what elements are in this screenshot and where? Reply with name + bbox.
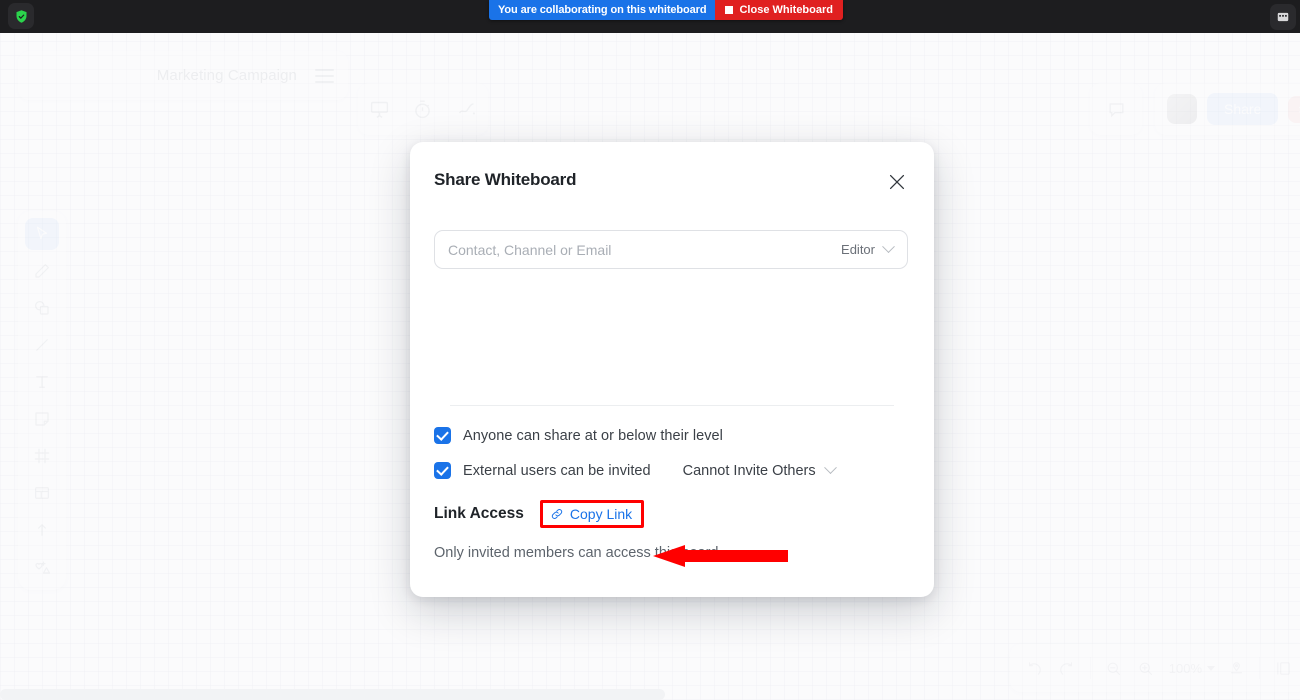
link-access-row: Link Access Copy Link xyxy=(434,500,645,528)
share-whiteboard-dialog: Share Whiteboard Editor Anyone can share… xyxy=(410,142,934,597)
invite-permission-dropdown[interactable]: Cannot Invite Others xyxy=(682,461,837,479)
link-access-label: Link Access xyxy=(434,505,524,522)
role-dropdown[interactable]: Editor xyxy=(835,240,907,257)
checkbox-checked-icon[interactable] xyxy=(434,427,451,444)
option-anyone-can-share[interactable]: Anyone can share at or below their level xyxy=(434,427,723,444)
chevron-down-icon xyxy=(882,240,895,254)
shield-check-icon[interactable] xyxy=(8,3,34,29)
option-external-users[interactable]: External users can be invited Cannot Inv… xyxy=(434,461,837,479)
copy-link-button[interactable]: Copy Link xyxy=(539,500,645,528)
invite-permission-value: Cannot Invite Others xyxy=(682,462,816,479)
divider xyxy=(450,405,894,406)
close-whiteboard-button[interactable]: Close Whiteboard xyxy=(715,0,843,20)
recipient-row[interactable]: Editor xyxy=(434,230,908,269)
close-whiteboard-label: Close Whiteboard xyxy=(739,4,833,16)
close-icon[interactable] xyxy=(883,168,911,196)
checkbox-checked-icon[interactable] xyxy=(434,462,451,479)
stop-square-icon xyxy=(725,6,734,14)
collaboration-message: You are collaborating on this whiteboard xyxy=(489,0,716,20)
red-pointer-arrow xyxy=(653,545,788,567)
option-label: Anyone can share at or below their level xyxy=(463,427,723,444)
link-chain-icon xyxy=(551,509,563,519)
recipient-input[interactable] xyxy=(435,241,836,258)
dialog-title: Share Whiteboard xyxy=(434,170,577,189)
chevron-down-icon xyxy=(823,461,837,475)
collaboration-banner: You are collaborating on this whiteboard… xyxy=(489,0,843,20)
copy-link-label: Copy Link xyxy=(569,506,633,522)
whiteboard-canvas[interactable]: Marketing Campaign Share × xyxy=(0,33,1300,700)
option-label: External users can be invited xyxy=(463,462,651,479)
role-value: Editor xyxy=(841,242,875,257)
os-top-bar: You are collaborating on this whiteboard… xyxy=(0,0,1300,33)
window-restore-icon[interactable] xyxy=(1270,4,1296,30)
